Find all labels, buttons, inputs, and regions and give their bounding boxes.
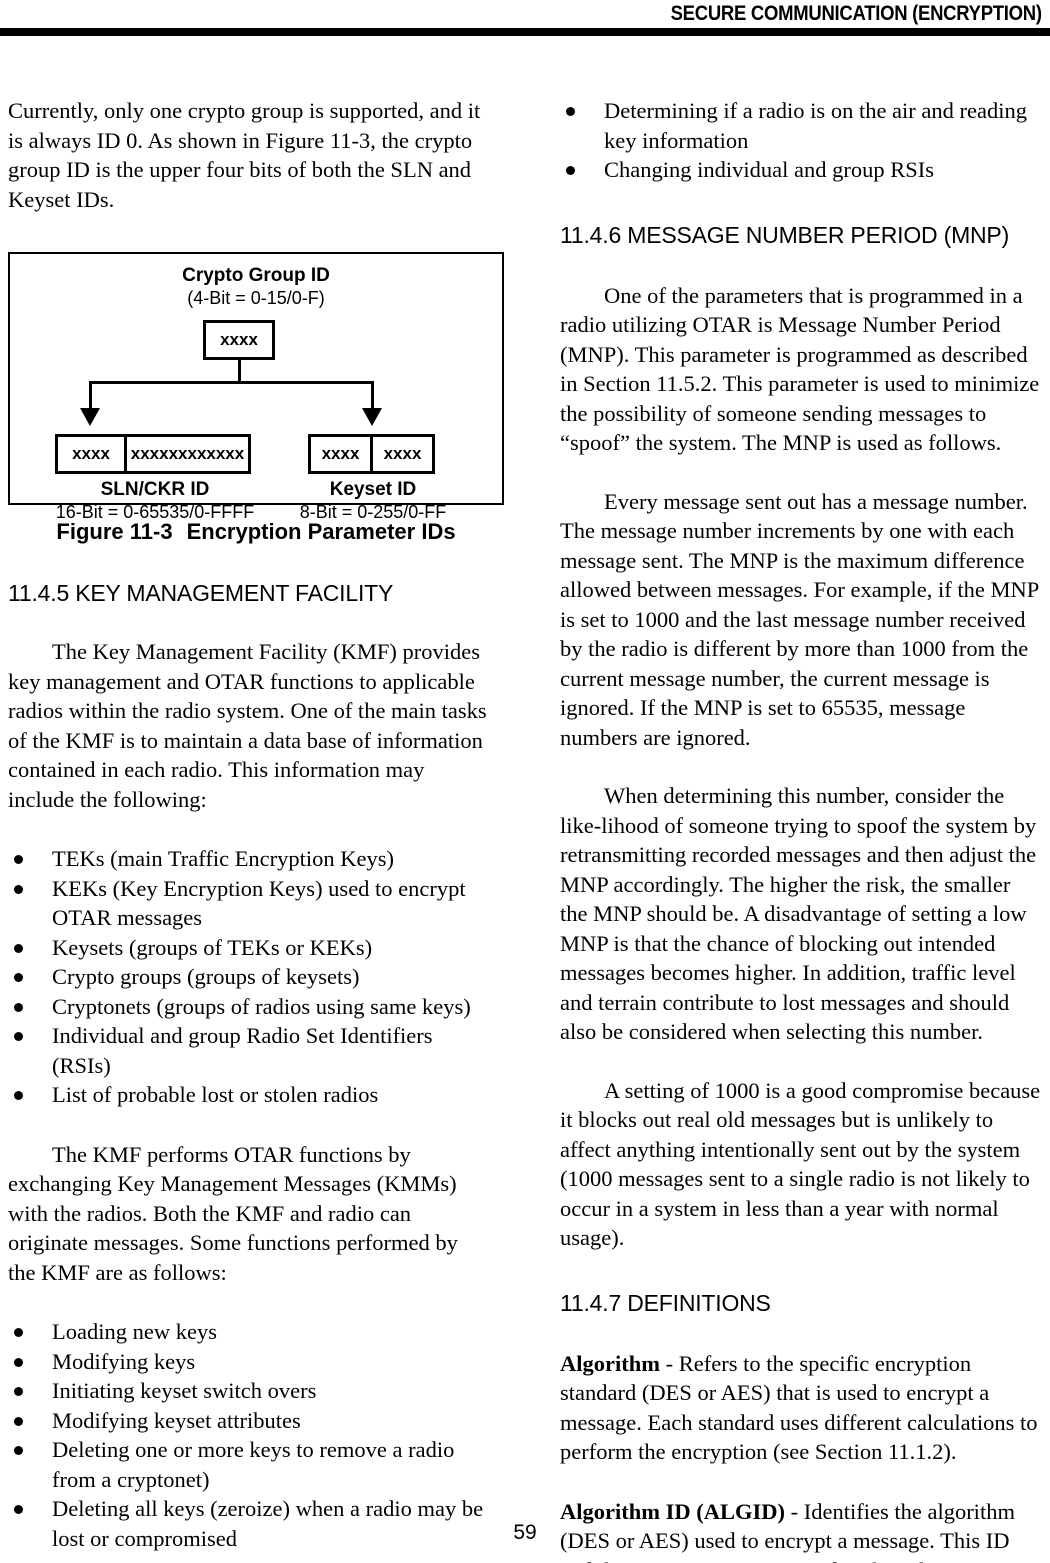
sln-ckr-label: SLN/CKR ID 16-Bit = 0-65535/0-FFFF	[30, 478, 280, 524]
right-column: Determining if a radio is on the air and…	[560, 96, 1042, 1563]
definition-entry: Algorithm - Refers to the specific encry…	[560, 1349, 1042, 1467]
crypto-group-node: xxxx	[203, 320, 275, 360]
list-item: Cryptonets (groups of radios using same …	[8, 992, 490, 1022]
crypto-group-range: (4-Bit = 0-15/0-F)	[187, 288, 325, 308]
crypto-group-label: Crypto Group ID (4-Bit = 0-15/0-F)	[10, 264, 502, 310]
mnp-paragraph-3: When determining this number, consider t…	[560, 783, 1037, 1044]
sln-cell-upper-nibble: xxxx	[58, 436, 127, 472]
list-item: Modifying keyset attributes	[8, 1406, 490, 1436]
list-item: Crypto groups (groups of keysets)	[8, 962, 490, 992]
mnp-paragraph-1: One of the parameters that is programmed…	[560, 282, 1040, 456]
arrowhead-left-icon	[80, 408, 100, 426]
keyset-cell-lower-nibble: xxxx	[383, 444, 422, 463]
kmf-function-bullet-list: Loading new keys Modifying keys Initiati…	[8, 1317, 490, 1553]
list-item: List of probable lost or stolen radios	[8, 1080, 490, 1110]
list-item: Individual and group Radio Set Identifie…	[8, 1021, 490, 1080]
section-heading-11-4-5: 11.4.5 KEY MANAGEMENT FACILITY	[8, 580, 394, 606]
crypto-group-cell: xxxx	[220, 330, 258, 349]
list-item: Changing individual and group RSIs	[560, 155, 1042, 185]
connector-right-drop	[371, 381, 374, 409]
two-column-body: Currently, only one crypto group is supp…	[8, 96, 1042, 1563]
keyset-cell-upper-nibble: xxxx	[311, 436, 373, 472]
crypto-group-title: Crypto Group ID	[182, 265, 330, 286]
figure-11-3: Crypto Group ID (4-Bit = 0-15/0-F) xxxx …	[8, 252, 506, 545]
keyset-node: xxxx xxxx	[308, 434, 435, 474]
sln-ckr-node: xxxx xxxxxxxxxxxx	[55, 434, 251, 474]
left-column: Currently, only one crypto group is supp…	[8, 96, 504, 1553]
keyset-range: 8-Bit = 0-255/0-FF	[299, 502, 447, 522]
kmm-paragraph: The KMF performs OTAR functions by excha…	[8, 1141, 458, 1285]
definition-separator: -	[660, 1350, 679, 1376]
mnp-paragraph-2: Every message sent out has a message num…	[560, 488, 1039, 750]
keyset-label: Keyset ID 8-Bit = 0-255/0-FF	[288, 478, 458, 524]
list-item: Modifying keys	[8, 1347, 490, 1377]
list-item: Initiating keyset switch overs	[8, 1376, 490, 1406]
kmf-function-bullet-list-continued: Determining if a radio is on the air and…	[560, 96, 1042, 185]
arrowhead-right-icon	[362, 408, 382, 426]
definition-term: Algorithm	[560, 1350, 660, 1376]
connector-left-drop	[89, 381, 92, 409]
list-item: KEKs (Key Encryption Keys) used to encry…	[8, 874, 490, 933]
list-item: TEKs (main Traffic Encryption Keys)	[8, 844, 490, 874]
figure-border-box: Crypto Group ID (4-Bit = 0-15/0-F) xxxx …	[8, 252, 504, 522]
page-number: 59	[513, 1521, 537, 1544]
list-item: Loading new keys	[8, 1317, 490, 1347]
intro-paragraph: Currently, only one crypto group is supp…	[8, 98, 481, 212]
sln-ckr-title: SLN/CKR ID	[100, 479, 210, 500]
document-page: SECURE COMMUNICATION (ENCRYPTION) Curren…	[0, 0, 1050, 1563]
definition-separator: -	[785, 1498, 804, 1524]
header-divider-rule	[0, 28, 1050, 36]
sln-ckr-range: 16-Bit = 0-65535/0-FFFF	[55, 502, 255, 522]
section-heading-11-4-6: 11.4.6 MESSAGE NUMBER PERIOD (MNP)	[560, 221, 1010, 248]
kmf-paragraph: The Key Management Facility (KMF) provid…	[8, 639, 487, 812]
connector-horizontal-bar	[89, 381, 374, 384]
keyset-title: Keyset ID	[329, 479, 417, 500]
running-header-title: SECURE COMMUNICATION (ENCRYPTION)	[670, 2, 1042, 25]
list-item: Keysets (groups of TEKs or KEKs)	[8, 933, 490, 963]
section-heading-11-4-7: 11.4.7 DEFINITIONS	[560, 1289, 771, 1316]
kmf-info-bullet-list: TEKs (main Traffic Encryption Keys) KEKs…	[8, 844, 490, 1110]
list-item: Determining if a radio is on the air and…	[560, 96, 1042, 155]
mnp-paragraph-4: A setting of 1000 is a good compromise b…	[560, 1077, 1041, 1251]
definition-term: Algorithm ID (ALGID)	[560, 1498, 785, 1524]
sln-cell-remainder: xxxxxxxxxxxx	[130, 444, 245, 463]
list-item: Deleting one or more keys to remove a ra…	[8, 1435, 490, 1494]
